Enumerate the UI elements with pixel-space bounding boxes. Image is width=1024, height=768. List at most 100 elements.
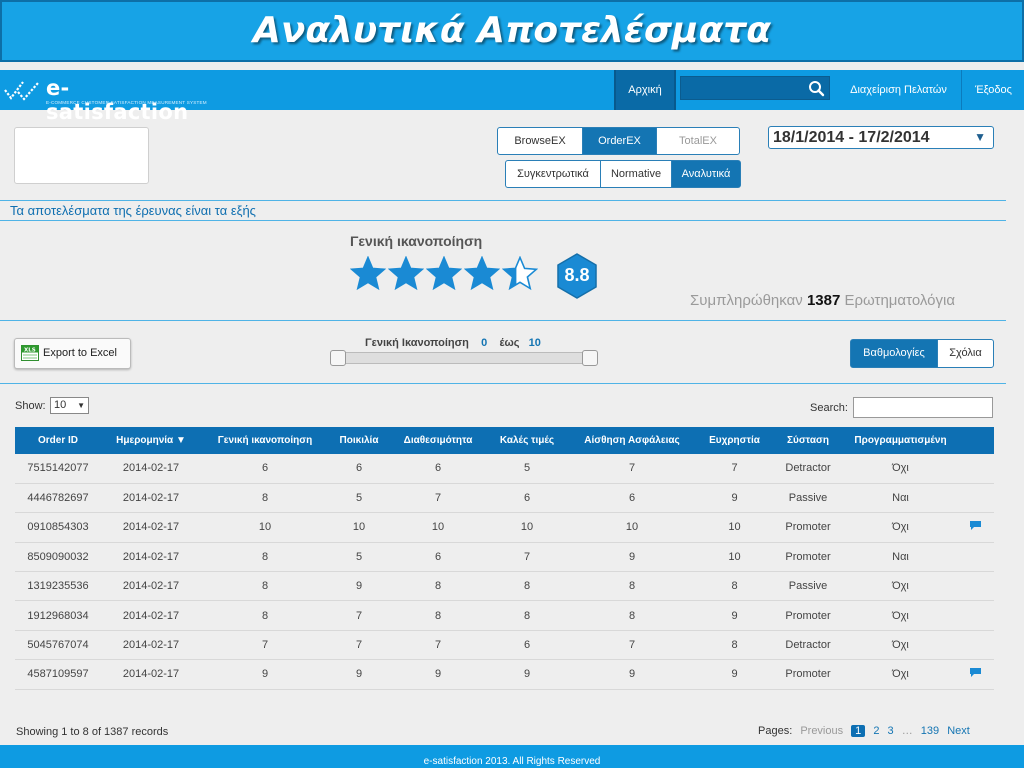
comments-tab[interactable]: Σχόλια (937, 339, 994, 368)
analytic-view-button[interactable]: Αναλυτικά (671, 160, 741, 188)
table-row[interactable]: 7515142077 2014-02-17 6 6 6 5 7 7 Detractor Όχι (15, 454, 994, 484)
table-cell: Ναι (844, 483, 957, 514)
table-row[interactable]: 1319235536 2014-02-17 8 9 8 8 8 8 Passive Όχι (15, 571, 994, 602)
table-cell: 7 (487, 542, 567, 573)
table-cell: 7 (389, 630, 487, 661)
range-min: 0 (481, 337, 488, 349)
section-divider-bottom (0, 220, 1006, 221)
footer: e-satisfaction 2013. All Rights Reserved (0, 745, 1024, 768)
column-header[interactable]: Σύσταση (772, 427, 844, 454)
table-cell: 6 (389, 454, 487, 484)
column-header[interactable]: Αίσθηση Ασφάλειας (567, 427, 697, 454)
table-search-input[interactable] (853, 397, 993, 418)
table-cell: 2014-02-17 (101, 659, 201, 690)
range-slider-max-handle[interactable] (582, 350, 598, 366)
pagination: Pages: Previous 1 2 3 … 139 Next (758, 725, 975, 737)
normative-view-button[interactable]: Normative (600, 160, 672, 188)
table-cell: 2014-02-17 (101, 571, 201, 602)
pagination-page-2[interactable]: 2 (873, 725, 879, 737)
browseex-button[interactable]: BrowseEX (497, 127, 583, 155)
table-row[interactable]: 8509090032 2014-02-17 8 5 6 7 9 10 Promoter Ναι (15, 542, 994, 573)
table-row[interactable]: 5045767074 2014-02-17 7 7 7 6 7 8 Detractor Όχι (15, 630, 994, 661)
table-cell: Όχι (844, 571, 957, 602)
svg-text:XLS: XLS (24, 348, 36, 354)
table-cell: 8 (389, 571, 487, 602)
nav-logout[interactable]: Έξοδος (963, 70, 1024, 110)
completed-suffix: Ερωτηματολόγια (844, 292, 955, 309)
range-filter-title: Γενική Ικανοποίηση (365, 337, 469, 349)
brand-logo[interactable]: e-satisfaction E-COMMERCE CUSTOMER SATIS… (4, 74, 207, 124)
table-cell: 7 (567, 630, 697, 661)
table-cell: 5 (329, 542, 389, 573)
date-range-select[interactable]: 18/1/2014 - 17/2/2014 ▼ (768, 126, 994, 149)
column-header[interactable]: Order ID (15, 427, 101, 454)
results-table: Order ID Ημερομηνία ▼ Γενική ικανοποίηση Πο… (15, 427, 994, 690)
comment-cell (957, 454, 994, 484)
pagination-previous[interactable]: Previous (800, 725, 843, 737)
column-header[interactable]: Ποικιλία (329, 427, 389, 454)
table-cell: 9 (389, 659, 487, 690)
chevron-down-icon: ▼ (77, 401, 85, 410)
table-cell: 10 (329, 512, 389, 543)
column-header[interactable]: Γενική ικανοποίηση (201, 427, 329, 454)
table-header-row: Order ID Ημερομηνία ▼ Γενική ικανοποίηση Πο… (15, 427, 994, 454)
table-cell: Όχι (844, 600, 957, 631)
table-row[interactable]: 4446782697 2014-02-17 8 5 7 6 6 9 Passive Ναι (15, 483, 994, 514)
table-row[interactable]: 0910854303 2014-02-17 10 10 10 10 10 10 Promoter… (15, 512, 994, 543)
show-entries-select[interactable]: 10 ▼ (50, 397, 89, 414)
nav-customer-management[interactable]: Διαχείριση Πελατών (836, 70, 962, 110)
table-cell: 8 (697, 571, 772, 602)
table-row[interactable]: 4587109597 2014-02-17 9 9 9 9 9 9 Promoter Όχι (15, 659, 994, 690)
table-cell: 8 (567, 600, 697, 631)
table-cell: 9 (697, 483, 772, 514)
table-cell: Promoter (772, 659, 844, 690)
pagination-ellipsis: … (901, 725, 913, 737)
range-slider-min-handle[interactable] (330, 350, 346, 366)
table-cell: 5 (329, 483, 389, 514)
table-cell: 8509090032 (15, 542, 101, 573)
table-cell: 6 (487, 483, 567, 514)
nav-search-input[interactable] (680, 76, 830, 100)
range-slider[interactable] (330, 350, 598, 366)
table-cell: 6 (487, 630, 567, 661)
table-cell: Όχι (844, 630, 957, 661)
scores-comments-toggle: Βαθμολογίες Σχόλια (850, 339, 994, 368)
pagination-page-3[interactable]: 3 (888, 725, 894, 737)
totalex-button[interactable]: TotalEX (656, 127, 740, 155)
column-header[interactable]: Ευχρηστία (697, 427, 772, 454)
column-header[interactable]: Καλές τιμές (487, 427, 567, 454)
logo-checkmarks-icon (4, 81, 39, 101)
pagination-next[interactable]: Next (947, 725, 970, 737)
summary-view-button[interactable]: Συγκεντρωτικά (505, 160, 601, 188)
column-header[interactable] (957, 427, 994, 454)
pagination-page-1[interactable]: 1 (851, 725, 866, 737)
table-cell: 8 (201, 600, 329, 631)
pagination-last-page[interactable]: 139 (921, 725, 939, 737)
rating-title: Γενική ικανοποίηση (350, 233, 483, 249)
client-logo-box (14, 127, 149, 184)
column-header[interactable]: Προγραμματισμένη (844, 427, 957, 454)
completed-count: 1387 (806, 292, 841, 309)
orderex-button[interactable]: OrderEX (582, 127, 657, 155)
table-cell: 4587109597 (15, 659, 101, 690)
comment-icon[interactable] (969, 520, 982, 531)
search-icon[interactable] (808, 80, 825, 97)
column-header[interactable]: Ημερομηνία ▼ (101, 427, 201, 454)
nav-home[interactable]: Αρχική (614, 70, 676, 110)
column-header[interactable]: Διαθεσιμότητα (389, 427, 487, 454)
export-excel-button[interactable]: XLS Export to Excel (14, 338, 131, 369)
scores-tab[interactable]: Βαθμολογίες (850, 339, 938, 368)
comment-cell (957, 630, 994, 661)
table-cell: 9 (329, 659, 389, 690)
range-connector: έως (499, 337, 520, 349)
comment-icon[interactable] (969, 667, 982, 678)
table-cell: 9 (201, 659, 329, 690)
table-cell: 7 (329, 630, 389, 661)
table-row[interactable]: 1912968034 2014-02-17 8 7 8 8 8 9 Promoter Όχι (15, 600, 994, 631)
comment-cell (957, 483, 994, 514)
star-icon (350, 256, 386, 291)
excel-icon: XLS (21, 345, 39, 361)
table-cell: 8 (487, 600, 567, 631)
score-value: 8.8 (564, 265, 590, 285)
table-cell: 2014-02-17 (101, 512, 201, 543)
